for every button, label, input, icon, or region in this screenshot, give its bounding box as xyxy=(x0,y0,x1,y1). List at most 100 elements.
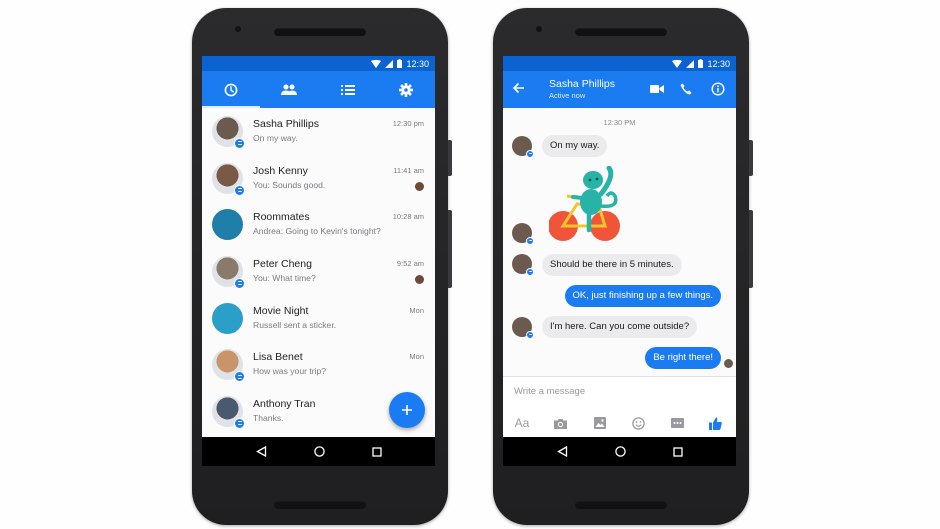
conversation-preview: You: What time? xyxy=(253,272,316,283)
phone-call-icon[interactable] xyxy=(680,83,692,95)
power-button[interactable] xyxy=(448,140,452,176)
contact-avatar xyxy=(512,136,534,158)
back-nav-icon[interactable] xyxy=(255,446,267,457)
conversation-row[interactable]: Josh Kenny You: Sounds good. 11:41 am xyxy=(202,155,435,202)
messenger-badge-icon xyxy=(234,277,245,289)
message-thread: 12:30 PM On my way. Should be there in 5… xyxy=(503,108,736,376)
avatar xyxy=(212,209,243,241)
plus-icon xyxy=(402,405,412,415)
android-nav-bar xyxy=(202,437,435,466)
recents-nav-icon[interactable] xyxy=(371,446,382,457)
avatar xyxy=(212,302,243,334)
thumbs-up-icon xyxy=(709,417,723,430)
status-time: 12:30 xyxy=(406,58,429,69)
messenger-badge-icon xyxy=(234,371,245,383)
people-icon xyxy=(281,84,298,95)
camera-button[interactable] xyxy=(552,415,570,431)
like-button[interactable] xyxy=(707,415,725,431)
messenger-badge-icon xyxy=(234,417,245,429)
incoming-message: Should be there in 5 minutes. xyxy=(542,254,682,276)
text-format-button[interactable]: Aa xyxy=(513,415,531,431)
phone-inbox: 12:30 Sasha Phillips On my way. 12:30 pm Jo… xyxy=(192,8,452,525)
conversation-preview: You: Sounds good. xyxy=(253,179,326,190)
more-icon xyxy=(670,418,684,428)
more-button[interactable] xyxy=(668,415,686,431)
outgoing-message: Be right there! xyxy=(645,347,721,369)
conversation-time: 9:52 am xyxy=(396,259,424,269)
wifi-icon xyxy=(371,59,382,68)
chat-screen: 12:30 Sasha Phillips Active now 12:30 PM… xyxy=(503,56,736,466)
battery-icon xyxy=(698,59,704,68)
android-nav-bar xyxy=(503,437,736,466)
conversation-row[interactable]: Movie Night Russell sent a sticker. Mon xyxy=(202,295,435,342)
conversation-preview: How was your trip? xyxy=(253,366,327,377)
volume-button[interactable] xyxy=(448,210,452,288)
battery-icon xyxy=(397,59,403,68)
signal-icon xyxy=(686,59,695,68)
conversation-text: Movie Night Russell sent a sticker. xyxy=(253,305,435,332)
avatar xyxy=(212,162,245,196)
tab-groups[interactable] xyxy=(319,71,377,108)
conversation-preview: Russell sent a sticker. xyxy=(253,319,337,330)
contact-status: Active now xyxy=(549,91,586,100)
back-nav-icon[interactable] xyxy=(556,446,568,457)
conversation-time: 12:30 pm xyxy=(392,119,424,128)
conversation-time: Mon xyxy=(409,352,424,362)
messenger-badge-icon xyxy=(526,268,534,276)
home-nav-icon[interactable] xyxy=(614,446,626,457)
avatar xyxy=(212,349,245,383)
emoji-icon xyxy=(632,416,645,430)
conversation-name: Movie Night xyxy=(253,304,309,317)
bottom-speaker xyxy=(575,501,667,509)
message-timestamp: 12:30 PM xyxy=(603,118,636,127)
conversation-row[interactable]: Lisa Benet How was your trip? Mon xyxy=(202,341,435,388)
power-button[interactable] xyxy=(749,140,753,176)
monkey-bicycle-sticker[interactable] xyxy=(549,166,627,244)
tab-recent[interactable] xyxy=(202,71,261,108)
conversation-row[interactable]: Sasha Phillips On my way. 12:30 pm xyxy=(202,108,435,155)
message-composer: Aa xyxy=(503,376,736,437)
gallery-button[interactable] xyxy=(591,415,609,431)
top-speaker xyxy=(575,28,667,36)
back-arrow-icon[interactable] xyxy=(512,82,525,94)
conversation-name: Lisa Benet xyxy=(253,351,303,364)
conversation-time: Mon xyxy=(409,305,424,315)
conversation-row[interactable]: Roommates Andrea: Going to Kevin's tonigh… xyxy=(202,201,435,248)
contact-name[interactable]: Sasha Phillips xyxy=(549,78,615,90)
conversation-time: 11:41 am xyxy=(393,165,424,175)
conversation-text: Lisa Benet How was your trip? xyxy=(253,351,435,378)
contact-avatar xyxy=(512,254,534,276)
stage: 12:30 Sasha Phillips On my way. 12:30 pm Jo… xyxy=(0,0,940,529)
avatar xyxy=(212,115,245,149)
phone-chat: 12:30 Sasha Phillips Active now 12:30 PM… xyxy=(493,8,753,525)
status-bar: 12:30 xyxy=(202,56,435,71)
bottom-speaker xyxy=(274,501,366,509)
messenger-badge-icon xyxy=(234,184,245,196)
messenger-badge-icon xyxy=(526,150,534,158)
message-input[interactable] xyxy=(514,386,714,397)
home-nav-icon[interactable] xyxy=(313,446,325,457)
video-call-icon[interactable] xyxy=(650,84,664,94)
tab-bar xyxy=(202,71,435,108)
messenger-badge-icon xyxy=(526,237,534,245)
emoji-button[interactable] xyxy=(629,415,647,431)
read-receipt-avatar xyxy=(415,275,424,285)
info-icon[interactable] xyxy=(711,82,725,96)
conversation-row[interactable]: Peter Cheng You: What time? 9:52 am xyxy=(202,248,435,295)
camera-icon xyxy=(554,418,568,429)
tab-people[interactable] xyxy=(260,71,318,108)
recents-nav-icon[interactable] xyxy=(672,446,683,457)
chat-header: Sasha Phillips Active now xyxy=(503,71,736,108)
contact-avatar xyxy=(512,223,534,245)
new-message-button[interactable] xyxy=(389,392,425,428)
volume-button[interactable] xyxy=(749,210,753,288)
conversation-time: 10:28 am xyxy=(392,212,424,222)
contact-avatar xyxy=(512,317,534,339)
signal-icon xyxy=(385,59,394,68)
tab-settings[interactable] xyxy=(377,71,435,108)
incoming-message: On my way. xyxy=(542,135,608,157)
incoming-message: I'm here. Can you come outside? xyxy=(542,316,698,338)
front-camera xyxy=(536,26,542,32)
avatar xyxy=(212,255,245,289)
seen-receipt-avatar xyxy=(724,359,733,368)
